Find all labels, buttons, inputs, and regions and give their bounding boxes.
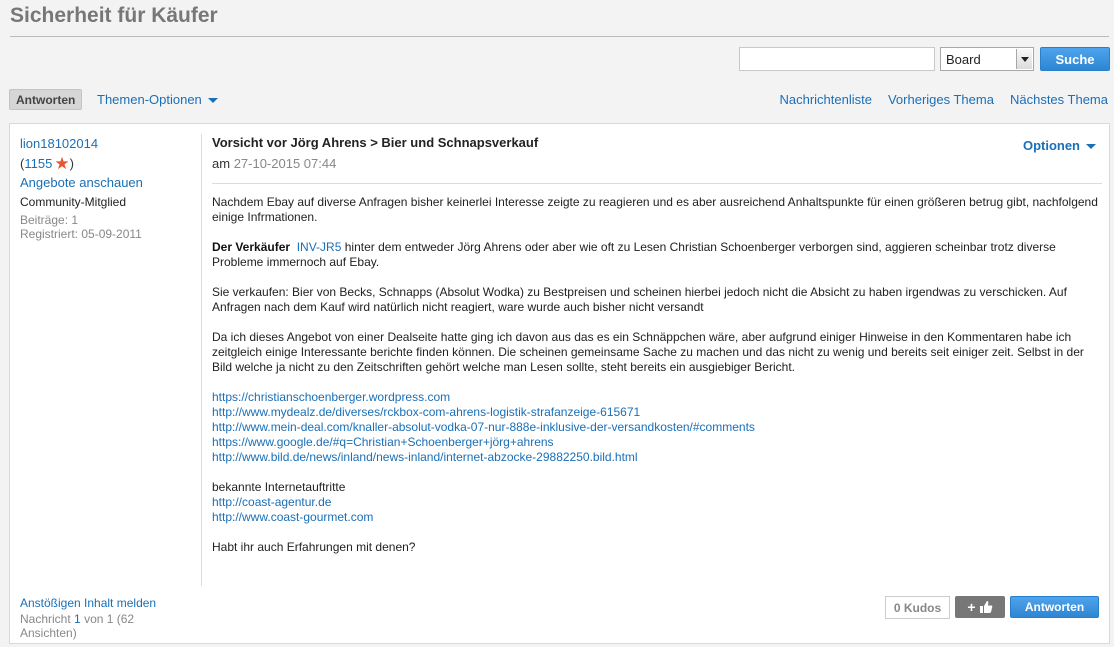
- reference-link[interactable]: http://www.mein-deal.com/knaller-absolut…: [212, 420, 1102, 435]
- message-number-link[interactable]: 1: [74, 612, 81, 626]
- topic-navigation: Nachrichtenliste Vorheriges Thema Nächst…: [779, 92, 1108, 107]
- board-scope-value: Board: [946, 52, 981, 67]
- caret-down-icon: [207, 98, 218, 103]
- author-kudos: (1155 ★): [20, 154, 74, 173]
- author-post-count: Beiträge: 1: [20, 213, 79, 227]
- seller-link[interactable]: INV-JR5: [297, 240, 342, 254]
- post-body: Nachdem Ebay auf diverse Anfragen bisher…: [212, 195, 1102, 555]
- message-list-link[interactable]: Nachrichtenliste: [779, 92, 872, 107]
- sidebar-divider: [201, 134, 202, 586]
- body-paragraph: Da ich dieses Angebot von einer Dealseit…: [212, 330, 1084, 374]
- reply-button[interactable]: Antworten: [1010, 596, 1099, 618]
- body-paragraph: Nachdem Ebay auf diverse Anfragen bisher…: [212, 195, 1098, 224]
- forum-post: lion18102014 (1155 ★) Angebote anschauen…: [9, 123, 1110, 644]
- author-sidebar: lion18102014 (1155 ★) Angebote anschauen…: [20, 136, 190, 241]
- give-kudo-button[interactable]: +: [955, 596, 1005, 618]
- search-button[interactable]: Suche: [1040, 47, 1110, 71]
- author-rank: Community-Mitglied: [20, 195, 127, 209]
- view-offers-link[interactable]: Angebote anschauen: [20, 175, 190, 190]
- next-topic-link[interactable]: Nächstes Thema: [1010, 92, 1108, 107]
- reply-button-top[interactable]: Antworten: [9, 89, 83, 110]
- reference-link[interactable]: http://www.bild.de/news/inland/news-inla…: [212, 450, 1102, 465]
- post-header-divider: [212, 183, 1102, 184]
- body-paragraph: Der Verkäufer INV-JR5 hinter dem entwede…: [212, 240, 1056, 269]
- author-kudos-count[interactable]: 1155: [24, 156, 52, 171]
- search-input[interactable]: [739, 47, 935, 71]
- star-icon: ★: [54, 154, 70, 173]
- post-options-menu[interactable]: Optionen: [1023, 138, 1096, 153]
- known-sites: bekannte Internetauftritte http://coast-…: [212, 480, 1102, 525]
- known-sites-label: bekannte Internetauftritte: [212, 480, 346, 494]
- post-subject: Vorsicht vor Jörg Ahrens > Bier und Schn…: [212, 135, 539, 150]
- reference-link[interactable]: https://christianschoenberger.wordpress.…: [212, 390, 1102, 405]
- topic-options-label: Themen-Optionen: [97, 92, 202, 107]
- page-title: Sicherheit für Käufer: [10, 4, 218, 27]
- post-date-value: 27-10-2015 07:44: [233, 156, 337, 171]
- report-content-link[interactable]: Anstößigen Inhalt melden: [20, 596, 156, 610]
- author-name-link[interactable]: lion18102014: [20, 136, 98, 151]
- previous-topic-link[interactable]: Vorheriges Thema: [888, 92, 994, 107]
- body-paragraph: Sie verkaufen: Bier von Becks, Schnapps …: [212, 285, 1067, 314]
- chevron-down-icon[interactable]: [1016, 49, 1032, 69]
- thumbs-up-icon: [979, 601, 992, 613]
- board-scope-select[interactable]: Board: [940, 47, 1034, 71]
- reference-link[interactable]: https://www.google.de/#q=Christian+Schoe…: [212, 435, 1102, 450]
- known-site-link[interactable]: http://coast-agentur.de: [212, 495, 1102, 510]
- post-footer-info: Anstößigen Inhalt melden Nachricht 1 von…: [20, 596, 185, 640]
- known-site-link[interactable]: http://www.coast-gourmet.com: [212, 510, 1102, 525]
- post-options-label: Optionen: [1022, 138, 1080, 153]
- kudos-count: 0 Kudos: [885, 596, 950, 619]
- body-question: Habt ihr auch Erfahrungen mit denen?: [212, 540, 416, 554]
- post-content: Vorsicht vor Jörg Ahrens > Bier und Schn…: [212, 135, 1102, 570]
- reference-links: https://christianschoenberger.wordpress.…: [212, 390, 1102, 465]
- reference-link[interactable]: http://www.mydealz.de/diverses/rckbox-co…: [212, 405, 1102, 420]
- title-divider: [10, 36, 1109, 37]
- topic-options-menu[interactable]: Themen-Optionen: [97, 92, 218, 107]
- author-registered: Registriert: 05-09-2011: [20, 227, 142, 241]
- message-info: Nachricht 1 von 1 (62 Ansichten): [20, 612, 135, 640]
- post-date: am 27-10-2015 07:44: [212, 156, 337, 171]
- caret-down-icon: [1086, 144, 1096, 149]
